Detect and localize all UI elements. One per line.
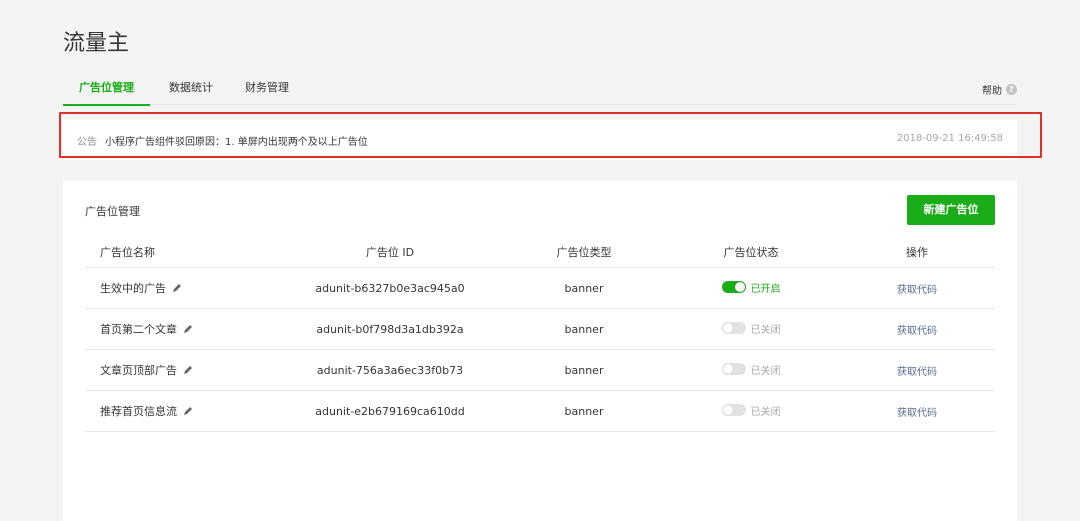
tab-data-statistics[interactable]: 数据统计 xyxy=(153,80,229,104)
pencil-icon[interactable] xyxy=(183,324,193,334)
ad-name-cell: 首页第二个文章 xyxy=(85,308,275,350)
pencil-icon[interactable] xyxy=(172,283,182,293)
ad-id: adunit-b0f798d3a1db392a xyxy=(275,308,505,350)
ad-name-cell: 生效中的广告 xyxy=(85,267,275,309)
ad-status-cell: 已开启 xyxy=(663,267,839,309)
status-label: 已开启 xyxy=(750,283,781,295)
status-toggle[interactable] xyxy=(721,281,746,294)
tab-bar: 广告位管理 数据统计 财务管理 帮助 ? xyxy=(63,76,1017,106)
tab-finance-management[interactable]: 财务管理 xyxy=(229,80,305,104)
action-cell: 获取代码 xyxy=(839,308,995,350)
table-header-row: 广告位名称 广告位 ID 广告位类型 广告位状态 操作 xyxy=(85,237,995,268)
table-row: 首页第二个文章 adunit-b0f798d3a1db392a banner 已… xyxy=(85,308,995,350)
help-label: 帮助 xyxy=(982,86,1002,97)
pencil-icon[interactable] xyxy=(183,365,193,375)
notice-highlight-frame xyxy=(59,112,1042,158)
ad-slot-card: 广告位管理 新建广告位 广告位名称 广告位 ID 广告位类型 广告位状态 操作 … xyxy=(63,181,1017,521)
ad-status-cell: 已关闭 xyxy=(663,308,839,350)
table-row: 推荐首页信息流 adunit-e2b679169ca610dd banner 已… xyxy=(85,390,995,432)
ad-status-cell: 已关闭 xyxy=(663,349,839,391)
ad-name: 生效中的广告 xyxy=(100,282,166,295)
action-cell: 获取代码 xyxy=(839,390,995,432)
ad-name: 文章页顶部广告 xyxy=(100,364,177,377)
ad-type: banner xyxy=(505,267,663,309)
pencil-icon[interactable] xyxy=(183,406,193,416)
question-circle-icon: ? xyxy=(1006,84,1017,95)
ad-type: banner xyxy=(505,390,663,432)
get-code-link[interactable]: 获取代码 xyxy=(897,367,937,378)
ad-name-cell: 推荐首页信息流 xyxy=(85,390,275,432)
page-title: 流量主 xyxy=(63,31,130,56)
status-toggle[interactable] xyxy=(721,322,746,335)
ad-id: adunit-e2b679169ca610dd xyxy=(275,390,505,432)
status-toggle[interactable] xyxy=(721,363,746,376)
get-code-link[interactable]: 获取代码 xyxy=(897,326,937,337)
column-header-id: 广告位 ID xyxy=(275,237,505,268)
help-link[interactable]: 帮助 ? xyxy=(982,82,1017,97)
ad-slot-table: 广告位名称 广告位 ID 广告位类型 广告位状态 操作 生效中的广告 aduni… xyxy=(85,237,995,432)
action-cell: 获取代码 xyxy=(839,349,995,391)
ad-id: adunit-756a3a6ec33f0b73 xyxy=(275,349,505,391)
new-ad-slot-button[interactable]: 新建广告位 xyxy=(907,195,995,225)
ad-name: 推荐首页信息流 xyxy=(100,405,177,418)
ad-type: banner xyxy=(505,349,663,391)
column-header-type: 广告位类型 xyxy=(505,237,663,268)
ad-type: banner xyxy=(505,308,663,350)
status-toggle[interactable] xyxy=(721,404,746,417)
status-label: 已关闭 xyxy=(750,324,781,336)
ad-name-cell: 文章页顶部广告 xyxy=(85,349,275,391)
status-label: 已关闭 xyxy=(750,406,781,418)
get-code-link[interactable]: 获取代码 xyxy=(897,285,937,296)
ad-name: 首页第二个文章 xyxy=(100,323,177,336)
table-row: 文章页顶部广告 adunit-756a3a6ec33f0b73 banner 已… xyxy=(85,349,995,391)
column-header-action: 操作 xyxy=(839,237,995,268)
card-title: 广告位管理 xyxy=(85,205,140,218)
column-header-status: 广告位状态 xyxy=(663,237,839,268)
get-code-link[interactable]: 获取代码 xyxy=(897,408,937,419)
status-label: 已关闭 xyxy=(750,365,781,377)
action-cell: 获取代码 xyxy=(839,267,995,309)
column-header-name: 广告位名称 xyxy=(85,237,275,268)
tab-ad-slot-management[interactable]: 广告位管理 xyxy=(63,80,150,106)
ad-id: adunit-b6327b0e3ac945a0 xyxy=(275,267,505,309)
table-row: 生效中的广告 adunit-b6327b0e3ac945a0 banner 已开… xyxy=(85,267,995,309)
ad-status-cell: 已关闭 xyxy=(663,390,839,432)
